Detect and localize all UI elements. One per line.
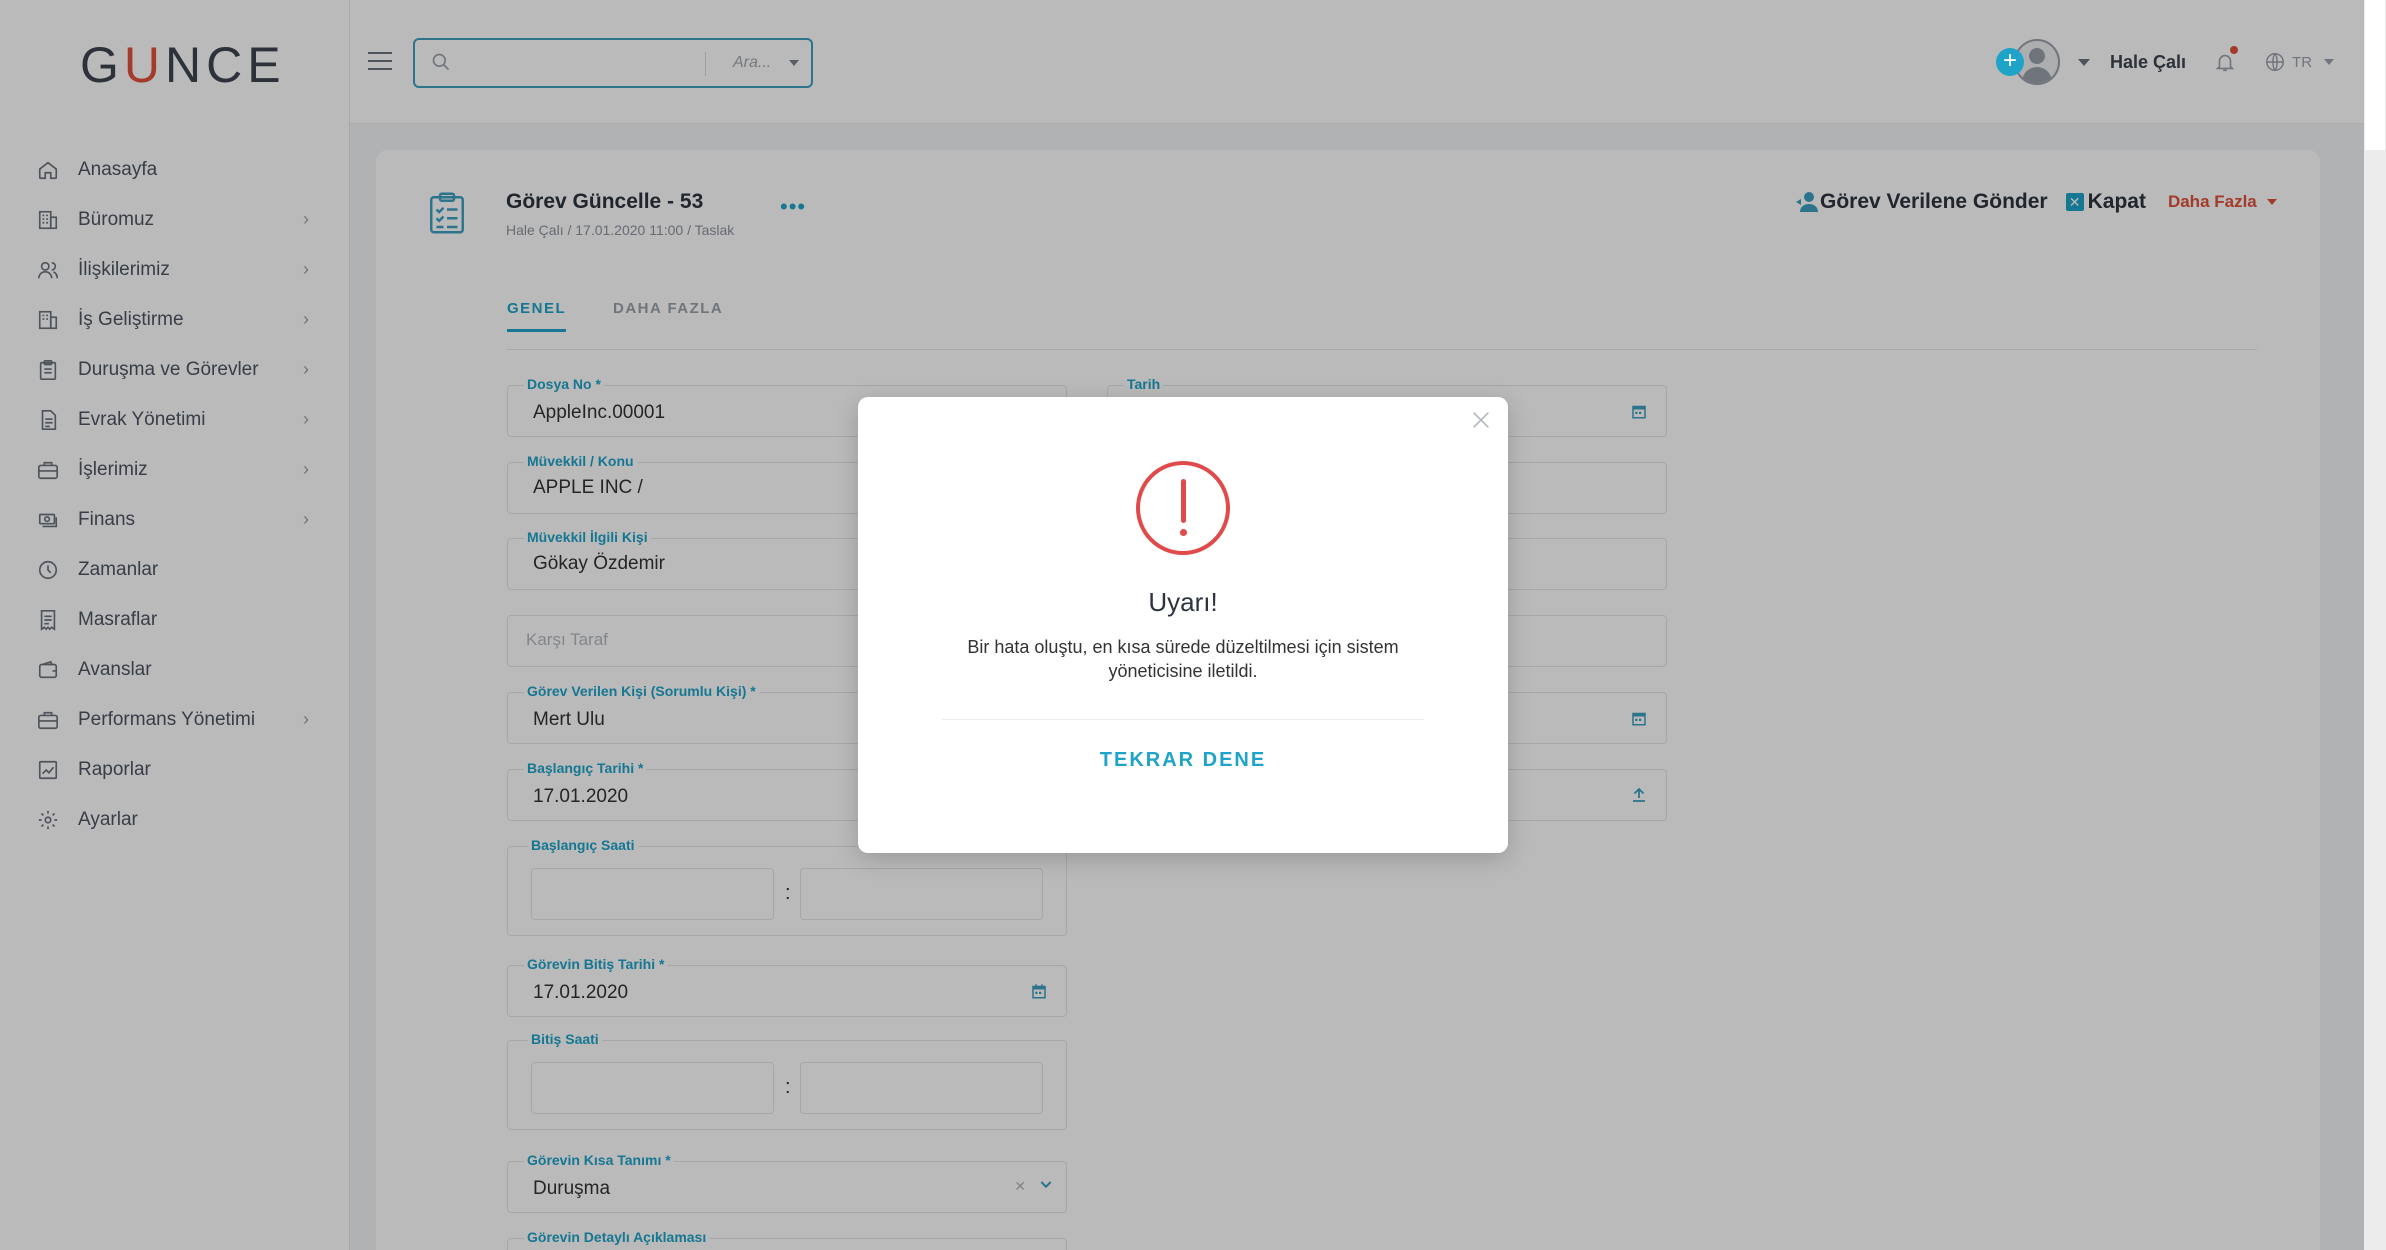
dialog-title: Uyarı! bbox=[1148, 587, 1218, 617]
scrollbar-thumb[interactable] bbox=[2365, 0, 2385, 150]
retry-button[interactable]: TEKRAR DENE bbox=[858, 749, 1508, 772]
error-dialog: Uyarı! Bir hata oluştu, en kısa sürede d… bbox=[858, 397, 1508, 853]
warning-icon bbox=[1136, 461, 1230, 555]
dialog-message: Bir hata oluştu, en kısa sürede düzeltil… bbox=[967, 637, 1399, 681]
page-scrollbar[interactable] bbox=[2364, 0, 2386, 1250]
close-icon[interactable] bbox=[1470, 409, 1492, 436]
quick-add-button[interactable]: + bbox=[1996, 48, 2024, 76]
dialog-divider bbox=[942, 719, 1424, 720]
